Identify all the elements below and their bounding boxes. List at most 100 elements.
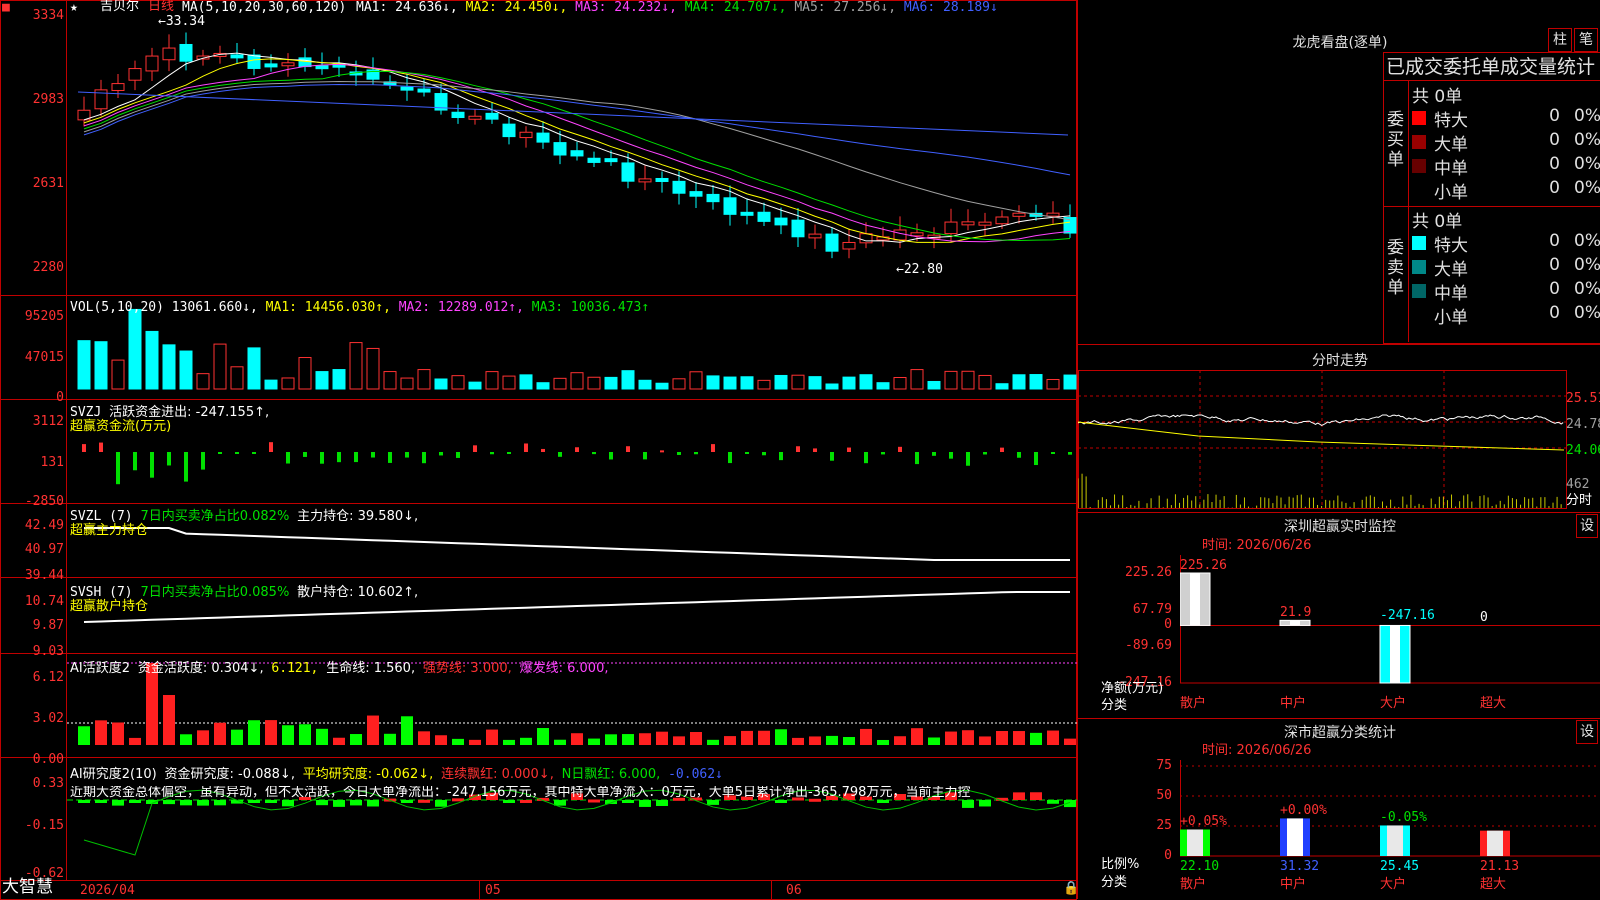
vol-bar: [519, 374, 533, 390]
vol-bar: [672, 378, 686, 390]
flow-bar: [643, 452, 647, 460]
research-bar: [129, 800, 141, 803]
flow-bar: [269, 442, 273, 452]
flow-bar: [337, 452, 341, 463]
vol-bar: [349, 342, 363, 390]
flow-bar: [626, 446, 630, 452]
vol-bar: [315, 371, 329, 390]
lhkp-col-divider: [1408, 80, 1409, 342]
research-bar: [877, 800, 889, 803]
flow-bar: [796, 446, 800, 452]
fenshi-chart[interactable]: [1078, 370, 1600, 510]
vol-bar: [825, 383, 839, 390]
tick-view-button[interactable]: 笔: [1574, 28, 1598, 52]
main-chart-area[interactable]: ■ ★ 吉贝尔 日线 MA(5,10,20,30,60,120) MA1: 24…: [0, 0, 1079, 900]
flow-bar: [184, 452, 188, 482]
vol-bar: [1046, 379, 1060, 390]
flow-bar: [932, 452, 936, 456]
fenshi-y-label: 462: [1566, 477, 1590, 492]
activity-bar: [1047, 730, 1059, 745]
monitor-category: 散户: [1180, 696, 1207, 711]
vol-bar: [723, 376, 737, 390]
level-count: 0: [1549, 154, 1560, 174]
class-value-label: 22.10: [1180, 859, 1220, 874]
flow-bar: [694, 452, 698, 455]
vol-bar: [553, 377, 567, 390]
research-bar: [503, 800, 515, 803]
ai1-y-label: 3.02: [32, 711, 64, 726]
ma-legend-item: MA1: 24.636↓,: [356, 0, 466, 15]
level-name: 大单: [1434, 260, 1468, 280]
flow-bar: [541, 448, 545, 452]
bar-view-button[interactable]: 柱: [1548, 28, 1572, 52]
flow-bar: [99, 442, 103, 452]
research-bar: [775, 800, 787, 803]
vol-bar: [978, 374, 992, 390]
activity-bar: [299, 724, 311, 745]
activity-bar: [622, 734, 634, 745]
main-y-label: 2631: [32, 176, 64, 191]
activity-bar: [996, 730, 1008, 745]
flow-bar: [1068, 452, 1072, 455]
research-bar: [78, 800, 90, 803]
monitor-bar-highlight: [1390, 625, 1400, 683]
candle-body: [1046, 212, 1060, 217]
activity-bar: [775, 729, 787, 745]
flow-bar: [116, 452, 120, 485]
flow-bar: [405, 452, 409, 458]
candle-body: [451, 111, 465, 119]
activity-bar: [741, 730, 753, 745]
favorite-star-icon[interactable]: ★: [70, 1, 78, 15]
flow-bar: [201, 452, 205, 470]
level-name: 特大: [1434, 236, 1468, 256]
activity-bar: [1030, 732, 1042, 745]
activity-bar: [758, 730, 770, 745]
research-bar: [520, 799, 532, 803]
candle-body: [519, 131, 533, 139]
level-count: 0: [1549, 130, 1560, 150]
vol-bar: [196, 373, 210, 390]
sell-side-label: 委卖单: [1387, 238, 1404, 298]
svsh-y-label: 9.03: [32, 644, 64, 659]
level-swatch-icon: [1412, 236, 1426, 250]
chart-canvas[interactable]: [0, 0, 1077, 900]
vol-bar: [859, 374, 873, 390]
flow-bar: [898, 446, 902, 452]
research-bar: [214, 800, 226, 806]
vol-bar: [706, 375, 720, 390]
class-settings-button[interactable]: 设: [1576, 720, 1598, 744]
monitor-settings-button[interactable]: 设: [1576, 514, 1598, 538]
flow-bar: [660, 450, 664, 453]
vol-bar: [502, 375, 516, 390]
candle-body: [179, 43, 193, 62]
x-label: 06: [786, 883, 802, 898]
class-top-divider: [1077, 718, 1600, 719]
research-bar: [265, 800, 277, 803]
research-bar: [401, 800, 413, 803]
candle-body: [400, 86, 414, 91]
monitor-chart[interactable]: [1180, 555, 1600, 705]
candle-body: [961, 221, 975, 226]
monitor-y-label: 225.26: [1125, 565, 1172, 580]
vol-bar: [230, 366, 244, 390]
monitor-title: 深圳超赢实时监控: [1284, 519, 1396, 535]
flow-bar: [983, 452, 987, 455]
candle-body: [111, 83, 125, 91]
ai2-note: 近期大资金总体偏空，虽有异动，但不太活跃，今日大单净流出：-247.156万元，…: [70, 786, 971, 800]
vol-bar: [213, 343, 227, 390]
activity-bar: [809, 736, 821, 745]
vol-bar: [876, 382, 890, 390]
candle-body: [298, 57, 312, 68]
period-label[interactable]: 日线: [148, 0, 174, 14]
vol-bar: [485, 371, 499, 390]
activity-bar: [197, 730, 209, 745]
candle-body: [230, 54, 244, 59]
monitor-category: 超大: [1480, 696, 1507, 711]
research-bar: [656, 800, 668, 807]
flow-bar: [507, 452, 511, 454]
flow-bar: [830, 452, 834, 461]
level-count: 0: [1549, 255, 1560, 275]
flow-bar: [779, 452, 783, 461]
flow-bar: [592, 452, 596, 455]
brand-logo[interactable]: 大智慧: [2, 879, 53, 896]
